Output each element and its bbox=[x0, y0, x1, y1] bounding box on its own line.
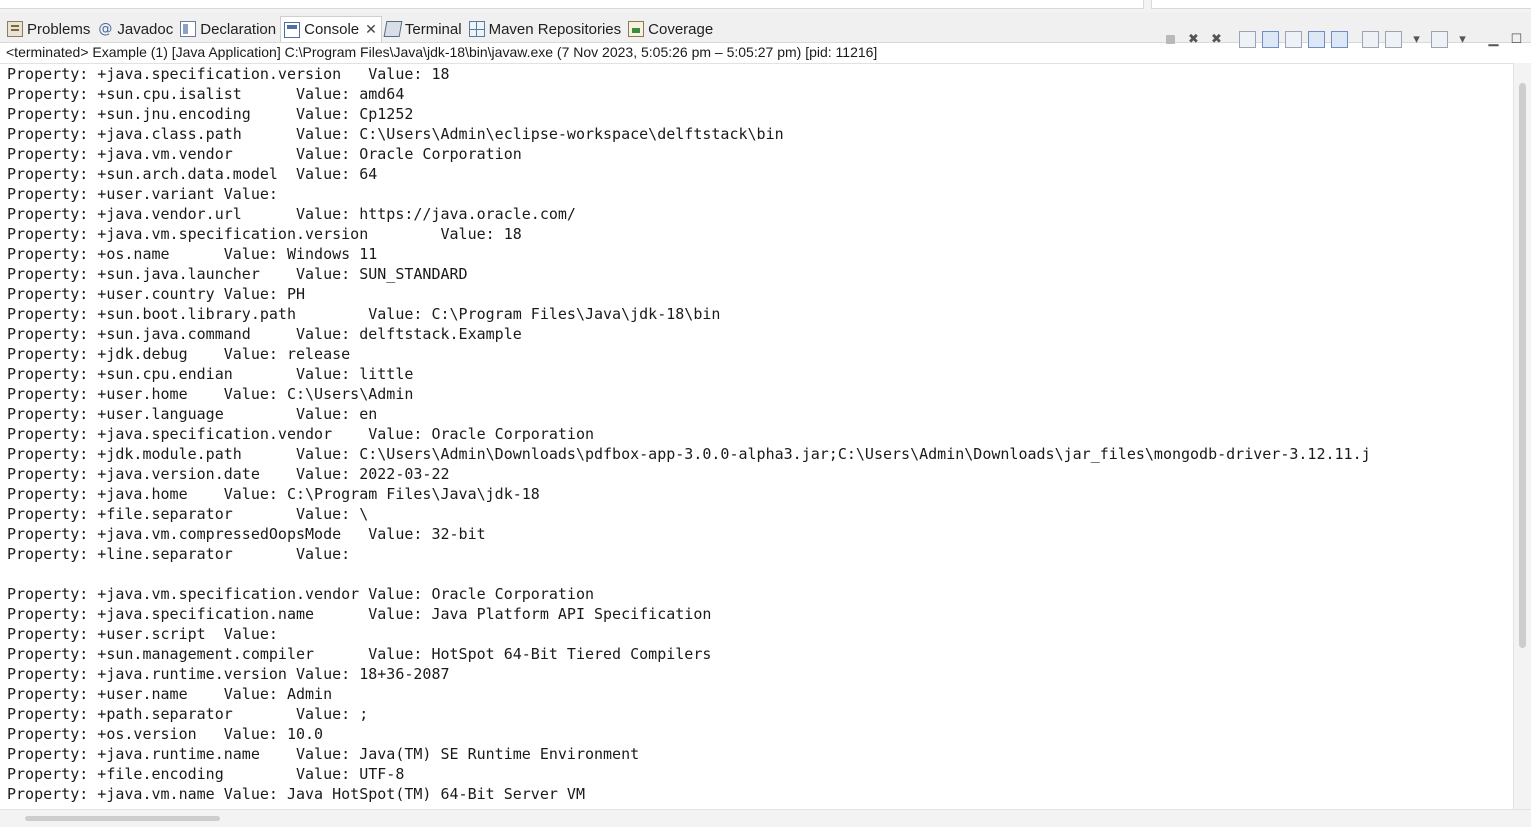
chevron-down-icon[interactable]: ▾ bbox=[1454, 31, 1471, 48]
console-line: Property: +file.separator Value: \ bbox=[7, 505, 369, 523]
console-line: Property: +java.specification.name Value… bbox=[7, 605, 712, 623]
terminate-icon[interactable] bbox=[1162, 31, 1179, 48]
console-line: Property: +sun.java.launcher Value: SUN_… bbox=[7, 265, 468, 283]
console-line: Property: +sun.arch.data.model Value: 64 bbox=[7, 165, 378, 183]
console-line: Property: +java.version.date Value: 2022… bbox=[7, 465, 450, 483]
console-line: Property: +java.vm.compressedOopsMode Va… bbox=[7, 525, 486, 543]
console-output[interactable]: Property: +java.specification.version Va… bbox=[0, 63, 1513, 810]
tab-problems[interactable]: Problems bbox=[4, 17, 94, 41]
console-line: Property: +java.class.path Value: C:\Use… bbox=[7, 125, 784, 143]
console-line: Property: +java.runtime.name Value: Java… bbox=[7, 745, 640, 763]
view-tab-bar: Problems @ Javadoc Declaration Console ✕… bbox=[0, 12, 1531, 48]
console-line: Property: +sun.jnu.encoding Value: Cp125… bbox=[7, 105, 414, 123]
tab-label: Declaration bbox=[200, 20, 277, 38]
scroll-thumb[interactable] bbox=[1519, 83, 1526, 648]
word-wrap-icon[interactable] bbox=[1285, 30, 1302, 48]
console-line: Property: +user.variant Value: bbox=[7, 185, 287, 203]
console-line: Property: +file.encoding Value: UTF-8 bbox=[7, 765, 405, 783]
top-strip bbox=[0, 0, 1531, 12]
console-line: Property: +user.language Value: en bbox=[7, 405, 378, 423]
scroll-lock-icon[interactable] bbox=[1262, 30, 1279, 48]
tab-label: Maven Repositories bbox=[488, 20, 622, 38]
horizontal-scrollbar[interactable] bbox=[0, 809, 1531, 827]
console-line: Property: +java.vm.specification.version… bbox=[7, 225, 522, 243]
console-line: Property: +sun.boot.library.path Value: … bbox=[7, 305, 721, 323]
close-icon[interactable]: ✕ bbox=[365, 21, 377, 38]
coverage-icon bbox=[628, 21, 645, 37]
console-line: Property: +os.version Value: 10.0 bbox=[7, 725, 324, 743]
console-line: Property: +jdk.debug Value: release bbox=[7, 345, 351, 363]
tab-console[interactable]: Console ✕ bbox=[280, 16, 382, 42]
declaration-icon bbox=[180, 21, 197, 37]
terminal-icon bbox=[383, 21, 403, 37]
console-line: Property: +os.name Value: Windows 11 bbox=[7, 245, 378, 263]
tab-declaration[interactable]: Declaration bbox=[177, 17, 280, 41]
tab-label: Terminal bbox=[404, 20, 462, 38]
show-on-stdout-icon[interactable] bbox=[1308, 30, 1325, 48]
console-line: Property: +java.runtime.version Value: 1… bbox=[7, 665, 450, 683]
tab-label: Javadoc bbox=[117, 20, 174, 38]
tab-terminal[interactable]: Terminal bbox=[382, 17, 466, 41]
tab-label: Console bbox=[304, 21, 360, 38]
tab-javadoc[interactable]: @ Javadoc bbox=[94, 17, 177, 41]
console-line: Property: +sun.cpu.endian Value: little bbox=[7, 365, 414, 383]
tab-label: Problems bbox=[27, 20, 91, 38]
tab-coverage[interactable]: Coverage bbox=[625, 17, 717, 41]
console-line: Property: +user.script Value: bbox=[7, 625, 287, 643]
console-icon bbox=[284, 21, 301, 38]
console-line: Property: +java.specification.vendor Val… bbox=[7, 425, 594, 443]
javadoc-icon: @ bbox=[98, 21, 113, 37]
console-line: Property: +jdk.module.path Value: C:\Use… bbox=[7, 445, 1371, 463]
pin-console-icon[interactable] bbox=[1362, 30, 1379, 48]
console-line: Property: +java.vendor.url Value: https:… bbox=[7, 205, 576, 223]
tab-maven-repositories[interactable]: Maven Repositories bbox=[466, 17, 626, 41]
console-line: Property: +user.home Value: C:\Users\Adm… bbox=[7, 385, 414, 403]
console-line: Property: +path.separator Value: ; bbox=[7, 705, 369, 723]
vertical-scrollbar[interactable] bbox=[1513, 63, 1531, 809]
minimize-icon[interactable]: ▁ bbox=[1485, 31, 1502, 48]
console-line: Property: +java.vm.vendor Value: Oracle … bbox=[7, 145, 522, 163]
clear-console-icon[interactable] bbox=[1239, 30, 1256, 48]
display-console-icon[interactable] bbox=[1385, 30, 1402, 48]
maven-icon bbox=[468, 21, 485, 37]
view-tabs: Problems @ Javadoc Declaration Console ✕… bbox=[4, 16, 717, 42]
open-console-icon[interactable] bbox=[1431, 30, 1448, 48]
maximize-icon[interactable]: ☐ bbox=[1508, 31, 1525, 48]
console-line: Property: +sun.java.command Value: delft… bbox=[7, 325, 522, 343]
console-line: Property: +java.vm.specification.vendor … bbox=[7, 585, 594, 603]
outline-area-edge bbox=[1151, 0, 1531, 9]
tab-label: Coverage bbox=[648, 20, 714, 38]
show-on-stderr-icon[interactable] bbox=[1331, 30, 1348, 48]
remove-all-terminated-icon[interactable]: ✖ bbox=[1208, 31, 1225, 48]
console-toolbar: ✖ ✖ ▾ ▾ ▁ ☐ bbox=[1156, 28, 1525, 50]
editor-area-edge bbox=[0, 0, 1144, 9]
console-line: Property: +java.home Value: C:\Program F… bbox=[7, 485, 540, 503]
console-line: Property: +java.specification.version Va… bbox=[7, 65, 450, 83]
console-line: Property: +sun.management.compiler Value… bbox=[7, 645, 712, 663]
console-line: Property: +user.country Value: PH bbox=[7, 285, 306, 303]
launch-status: <terminated> Example (1) [Java Applicati… bbox=[6, 44, 878, 60]
chevron-down-icon[interactable]: ▾ bbox=[1408, 31, 1425, 48]
console-line: Property: +java.vm.name Value: Java HotS… bbox=[7, 785, 585, 803]
problems-icon bbox=[7, 21, 23, 37]
console-line: Property: +user.name Value: Admin bbox=[7, 685, 333, 703]
console-line: Property: +sun.cpu.isalist Value: amd64 bbox=[7, 85, 405, 103]
remove-launch-icon[interactable]: ✖ bbox=[1185, 31, 1202, 48]
scroll-thumb[interactable] bbox=[25, 816, 220, 821]
console-line: Property: +line.separator Value: bbox=[7, 545, 360, 563]
